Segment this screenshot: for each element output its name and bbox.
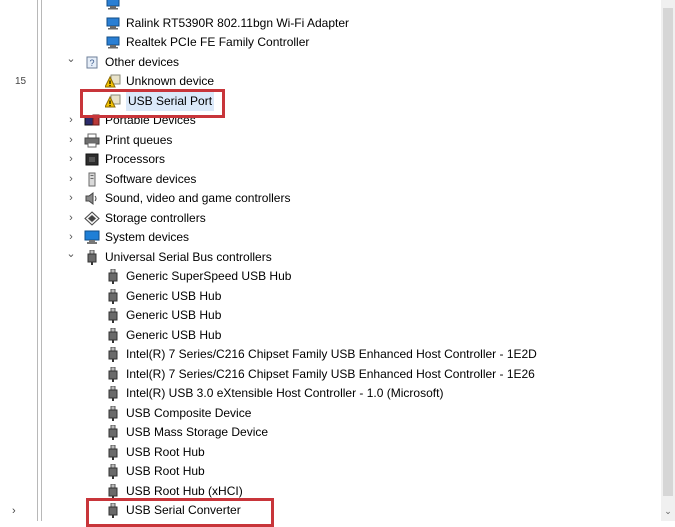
usb-plug-icon: [105, 307, 121, 323]
tree-item-label: Ralink RT5390R 802.11bgn Wi-Fi Adapter: [126, 15, 350, 30]
scrollbar-thumb[interactable]: [663, 8, 673, 496]
tree-category[interactable]: › Software devices: [42, 170, 642, 189]
tree-device-item[interactable]: USB Mass Storage Device: [42, 423, 642, 442]
expand-chevron-icon[interactable]: ›: [64, 111, 78, 130]
tree-category[interactable]: › Storage controllers: [42, 209, 642, 228]
tree-item-label: Print queues: [105, 132, 173, 147]
tree-device-item[interactable]: [42, 0, 642, 13]
tree-device-item[interactable]: Intel(R) 7 Series/C216 Chipset Family US…: [42, 365, 642, 384]
usb-plug-icon: [105, 385, 121, 401]
tree-category[interactable]: › Print queues: [42, 131, 642, 150]
usb-plug-icon: [105, 268, 121, 284]
tree-item-label: Generic USB Hub: [126, 288, 222, 303]
tree-category[interactable]: › Processors: [42, 150, 642, 169]
tree-item-label: Processors: [105, 152, 166, 166]
tree-device-item[interactable]: USB Root Hub: [42, 443, 642, 462]
tree-item-label: Intel(R) USB 3.0 eXtensible Host Control…: [126, 386, 444, 400]
network-adapter-icon: [105, 35, 121, 50]
expand-chevron-icon[interactable]: ›: [64, 209, 78, 228]
usb-plug-icon: [105, 288, 121, 304]
expand-chevron-icon[interactable]: ›: [64, 170, 78, 189]
storage-controller-icon: [84, 210, 100, 226]
tree-item-label: Generic USB Hub: [126, 308, 222, 322]
annotation-highlight-box: [80, 88, 225, 118]
device-tree[interactable]: Ralink RT5390R 802.11bgn Wi-Fi Adapter Re…: [42, 0, 660, 527]
pane-divider[interactable]: [37, 0, 38, 521]
tree-device-item[interactable]: USB Composite Device: [42, 404, 642, 423]
tree-device-item[interactable]: Ralink RT5390R 802.11bgn Wi-Fi Adapter: [42, 14, 642, 33]
collapse-chevron-icon[interactable]: ⌄: [64, 245, 78, 264]
tree-item-label: Generic USB Hub: [126, 327, 222, 342]
usb-plug-icon: [105, 463, 121, 479]
speaker-icon: [84, 191, 100, 206]
tree-item-label: USB Root Hub: [126, 464, 205, 478]
svg-text:?: ?: [89, 58, 94, 68]
left-pane-text: 15: [15, 76, 27, 87]
tree-device-item[interactable]: USB Root Hub: [42, 462, 642, 481]
tree-item-label: Sound, video and game controllers: [105, 191, 291, 205]
tree-item-label: Intel(R) 7 Series/C216 Chipset Family US…: [126, 347, 537, 361]
tree-item-label: Software devices: [105, 171, 197, 186]
usb-plug-icon: [105, 366, 121, 382]
tree-device-item[interactable]: Generic USB Hub: [42, 287, 642, 306]
printer-icon: [84, 133, 100, 148]
usb-plug-icon: [105, 405, 121, 421]
usb-plug-icon: [105, 346, 121, 362]
tree-category[interactable]: ⌄? Other devices: [42, 53, 642, 72]
left-pane: 15 ›: [0, 0, 38, 521]
unknown-device-category-icon: ?: [84, 55, 100, 70]
network-adapter-icon: [105, 0, 121, 11]
usb-plug-icon: [105, 327, 121, 343]
processor-icon: [84, 152, 100, 167]
expand-chevron-icon[interactable]: ›: [64, 150, 78, 169]
scroll-down-arrow-icon[interactable]: ⌄: [661, 506, 675, 517]
tree-item-label: Intel(R) 7 Series/C216 Chipset Family US…: [126, 366, 535, 381]
tree-category[interactable]: › Sound, video and game controllers: [42, 189, 642, 208]
usb-plug-icon: [105, 444, 121, 460]
tree-item-label: USB Root Hub: [126, 444, 205, 459]
tree-category[interactable]: › System devices: [42, 228, 642, 247]
tree-item-label: Universal Serial Bus controllers: [105, 249, 272, 264]
software-device-icon: [84, 172, 100, 187]
tree-device-item[interactable]: Generic SuperSpeed USB Hub: [42, 267, 642, 286]
warning-device-icon: [104, 74, 121, 89]
tree-category[interactable]: ⌄ Universal Serial Bus controllers: [42, 248, 642, 267]
usb-plug-icon: [84, 249, 100, 265]
tree-item-label: System devices: [105, 230, 190, 244]
network-adapter-icon: [105, 16, 121, 31]
tree-item-label: USB Mass Storage Device: [126, 425, 269, 439]
tree-item-label: Generic SuperSpeed USB Hub: [126, 269, 292, 283]
tree-device-item[interactable]: Intel(R) USB 3.0 eXtensible Host Control…: [42, 384, 642, 403]
system-device-icon: [84, 230, 100, 245]
annotation-highlight-box: [86, 498, 274, 527]
tree-item-label: Storage controllers: [105, 210, 206, 225]
tree-device-item[interactable]: Intel(R) 7 Series/C216 Chipset Family US…: [42, 345, 642, 364]
usb-plug-icon: [105, 483, 121, 499]
tree-device-item[interactable]: Generic USB Hub: [42, 326, 642, 345]
expand-chevron-icon[interactable]: ›: [64, 189, 78, 208]
tree-item-label: Realtek PCIe FE Family Controller: [126, 35, 310, 49]
tree-device-item[interactable]: Generic USB Hub: [42, 306, 642, 325]
left-pane-chevron[interactable]: ›: [12, 505, 16, 517]
collapse-chevron-icon[interactable]: ⌄: [64, 50, 78, 69]
tree-item-label: USB Composite Device: [126, 405, 252, 420]
expand-chevron-icon[interactable]: ›: [64, 131, 78, 150]
tree-device-item[interactable]: Realtek PCIe FE Family Controller: [42, 33, 642, 52]
usb-plug-icon: [105, 424, 121, 440]
vertical-scrollbar[interactable]: ⌄: [661, 0, 675, 521]
tree-item-label: Other devices: [105, 54, 180, 69]
